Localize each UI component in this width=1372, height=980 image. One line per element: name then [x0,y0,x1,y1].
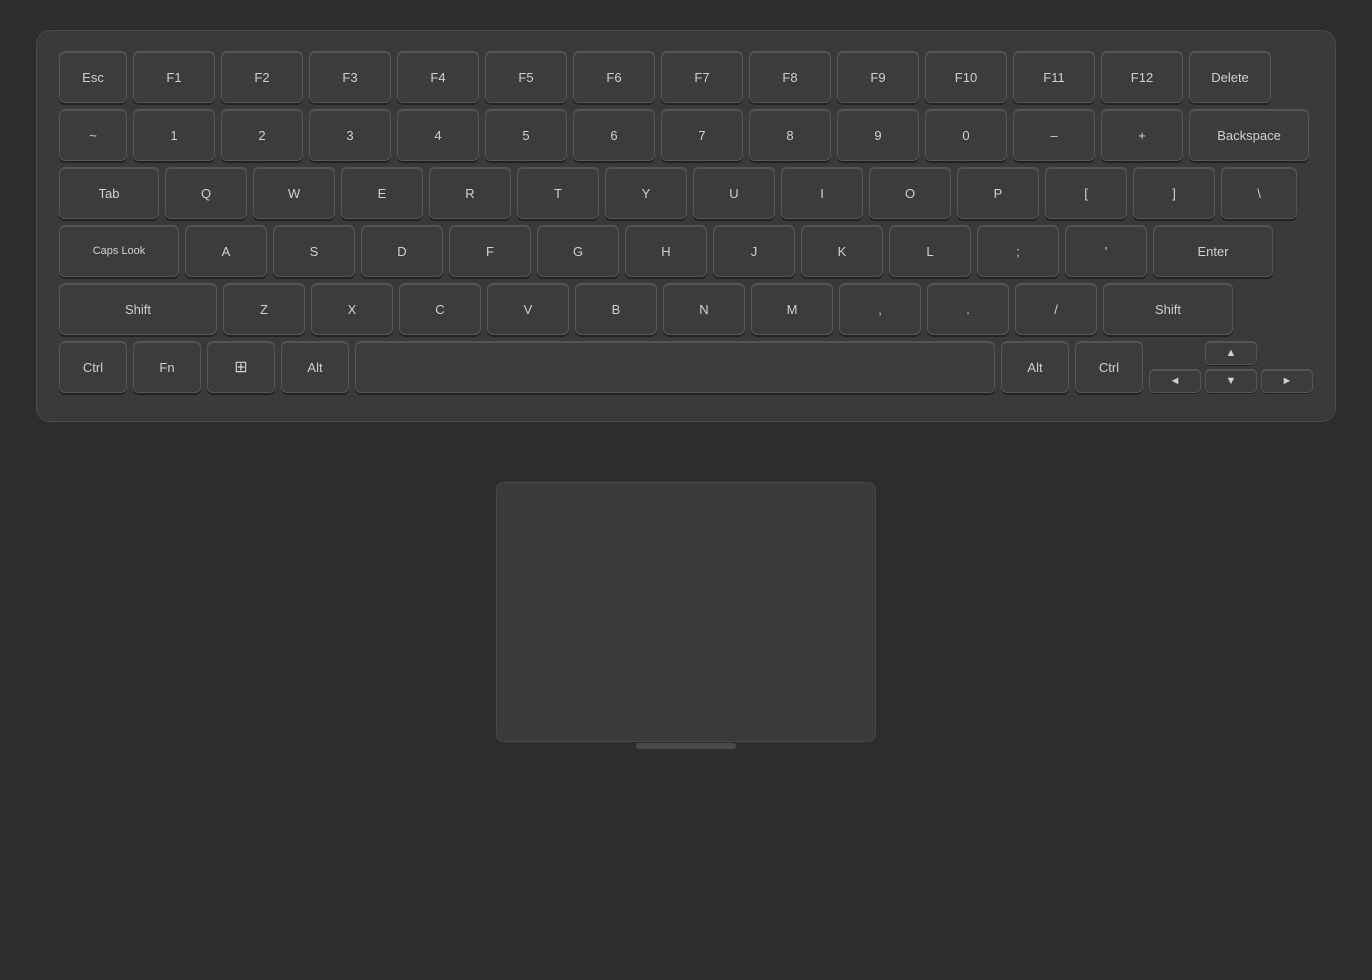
key-capslock[interactable]: Caps Look [59,225,179,277]
key-plus[interactable]: + [1101,109,1183,161]
key-enter[interactable]: Enter [1153,225,1273,277]
key-arrow-down[interactable]: ▼ [1205,369,1257,393]
key-a[interactable]: A [185,225,267,277]
key-arrow-left[interactable]: ◄ [1149,369,1201,393]
key-r[interactable]: R [429,167,511,219]
key-minus[interactable]: – [1013,109,1095,161]
key-slash[interactable]: / [1015,283,1097,335]
key-k[interactable]: K [801,225,883,277]
touchpad[interactable] [496,482,876,742]
function-row: Esc F1 F2 F3 F4 F5 F6 F7 F8 F9 F10 F11 F… [59,51,1313,103]
key-f5[interactable]: F5 [485,51,567,103]
key-semicolon[interactable]: ; [977,225,1059,277]
arrow-cluster: ▲ ◄ ▼ ► [1149,341,1313,393]
key-s[interactable]: S [273,225,355,277]
key-l[interactable]: L [889,225,971,277]
key-space[interactable] [355,341,995,393]
key-5[interactable]: 5 [485,109,567,161]
key-3[interactable]: 3 [309,109,391,161]
key-tab[interactable]: Tab [59,167,159,219]
windows-icon: ⊞ [234,357,247,377]
key-windows[interactable]: ⊞ [207,341,275,393]
key-u[interactable]: U [693,167,775,219]
key-h[interactable]: H [625,225,707,277]
key-ctrl-right[interactable]: Ctrl [1075,341,1143,393]
key-w[interactable]: W [253,167,335,219]
key-v[interactable]: V [487,283,569,335]
key-backslash[interactable]: \ [1221,167,1297,219]
key-f6[interactable]: F6 [573,51,655,103]
key-4[interactable]: 4 [397,109,479,161]
key-z[interactable]: Z [223,283,305,335]
key-0[interactable]: 0 [925,109,1007,161]
key-f8[interactable]: F8 [749,51,831,103]
key-1[interactable]: 1 [133,109,215,161]
key-t[interactable]: T [517,167,599,219]
key-y[interactable]: Y [605,167,687,219]
touchpad-area [496,482,876,742]
key-f10[interactable]: F10 [925,51,1007,103]
number-row: ~ 1 2 3 4 5 6 7 8 9 0 – + Backspace [59,109,1313,161]
key-d[interactable]: D [361,225,443,277]
key-f7[interactable]: F7 [661,51,743,103]
qwerty-row: Tab Q W E R T Y U I O P [ ] \ [59,167,1313,219]
asdf-row: Caps Look A S D F G H J K L ; ' Enter [59,225,1313,277]
key-2[interactable]: 2 [221,109,303,161]
bottom-row: Ctrl Fn ⊞ Alt Alt Ctrl ▲ ◄ ▼ ► [59,341,1313,393]
key-delete[interactable]: Delete [1189,51,1271,103]
key-f1[interactable]: F1 [133,51,215,103]
key-tilde[interactable]: ~ [59,109,127,161]
key-comma[interactable]: , [839,283,921,335]
key-o[interactable]: O [869,167,951,219]
key-bracket-right[interactable]: ] [1133,167,1215,219]
key-quote[interactable]: ' [1065,225,1147,277]
key-alt-right[interactable]: Alt [1001,341,1069,393]
key-g[interactable]: G [537,225,619,277]
key-6[interactable]: 6 [573,109,655,161]
key-arrow-right[interactable]: ► [1261,369,1313,393]
keyboard: Esc F1 F2 F3 F4 F5 F6 F7 F8 F9 F10 F11 F… [36,30,1336,422]
key-f3[interactable]: F3 [309,51,391,103]
key-j[interactable]: J [713,225,795,277]
key-backspace[interactable]: Backspace [1189,109,1309,161]
key-x[interactable]: X [311,283,393,335]
key-fn[interactable]: Fn [133,341,201,393]
key-f[interactable]: F [449,225,531,277]
key-f9[interactable]: F9 [837,51,919,103]
key-alt-left[interactable]: Alt [281,341,349,393]
arrow-top-row: ▲ [1149,341,1313,365]
key-q[interactable]: Q [165,167,247,219]
key-ctrl-left[interactable]: Ctrl [59,341,127,393]
key-f4[interactable]: F4 [397,51,479,103]
key-esc[interactable]: Esc [59,51,127,103]
key-8[interactable]: 8 [749,109,831,161]
key-period[interactable]: . [927,283,1009,335]
key-p[interactable]: P [957,167,1039,219]
key-b[interactable]: B [575,283,657,335]
key-bracket-left[interactable]: [ [1045,167,1127,219]
key-n[interactable]: N [663,283,745,335]
key-f12[interactable]: F12 [1101,51,1183,103]
key-9[interactable]: 9 [837,109,919,161]
key-7[interactable]: 7 [661,109,743,161]
key-f11[interactable]: F11 [1013,51,1095,103]
arrow-bottom-row: ◄ ▼ ► [1149,369,1313,393]
key-e[interactable]: E [341,167,423,219]
key-m[interactable]: M [751,283,833,335]
key-f2[interactable]: F2 [221,51,303,103]
key-shift-left[interactable]: Shift [59,283,217,335]
key-c[interactable]: C [399,283,481,335]
touchpad-bar [636,743,736,749]
key-i[interactable]: I [781,167,863,219]
key-shift-right[interactable]: Shift [1103,283,1233,335]
key-arrow-up[interactable]: ▲ [1205,341,1257,365]
zxcv-row: Shift Z X C V B N M , . / Shift [59,283,1313,335]
